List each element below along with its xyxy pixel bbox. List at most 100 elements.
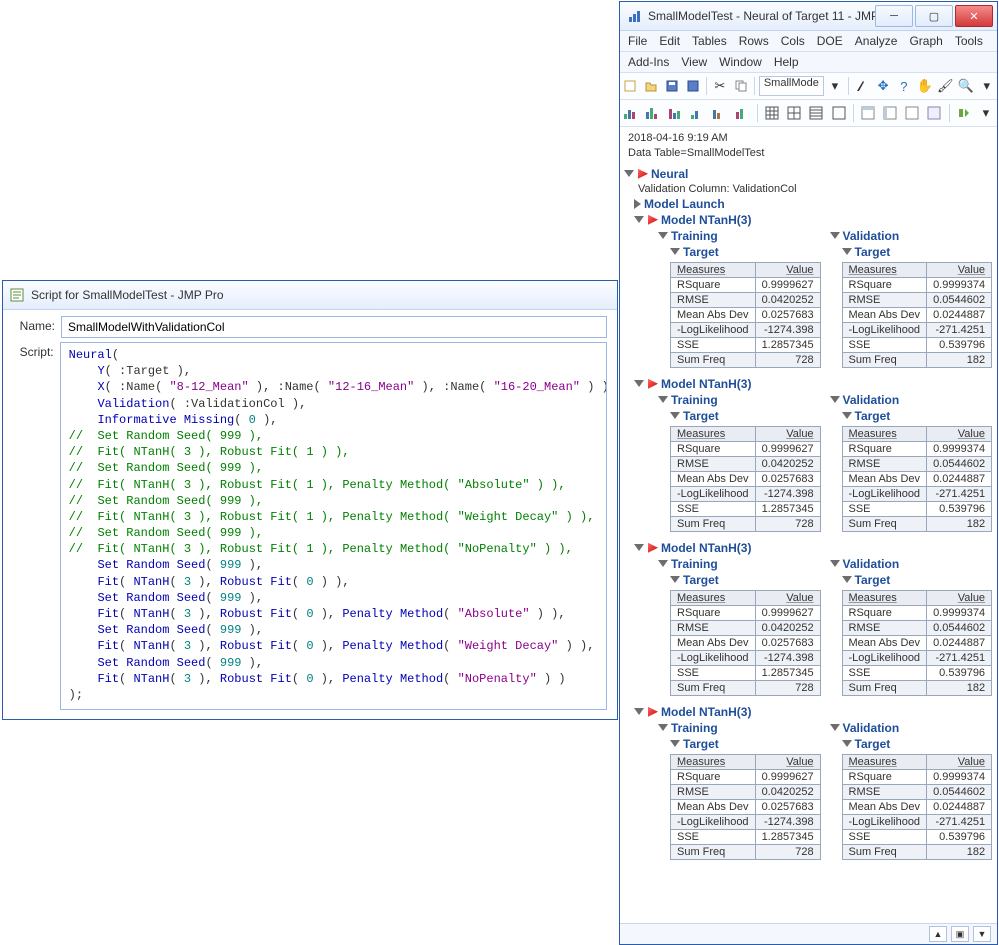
- help-icon[interactable]: ?: [894, 74, 913, 98]
- save-icon[interactable]: [662, 74, 681, 98]
- model-node[interactable]: Model NTanH(3): [634, 540, 995, 556]
- target-node[interactable]: Target: [670, 572, 824, 588]
- training-node[interactable]: Training: [658, 720, 824, 736]
- disclosure-icon[interactable]: [634, 199, 641, 209]
- disclosure-icon[interactable]: [634, 380, 644, 387]
- menu-window[interactable]: Window: [719, 55, 762, 69]
- chart1-icon[interactable]: [621, 101, 641, 125]
- grid3-icon[interactable]: [806, 101, 826, 125]
- menu-view[interactable]: View: [681, 55, 707, 69]
- hotspot-icon[interactable]: [648, 707, 658, 717]
- new-icon[interactable]: [621, 74, 640, 98]
- toolbar-textbox[interactable]: SmallMode: [759, 76, 824, 96]
- training-node[interactable]: Training: [658, 556, 824, 572]
- disclosure-icon[interactable]: [842, 740, 852, 747]
- name-input[interactable]: [61, 316, 607, 338]
- disclosure-icon[interactable]: [830, 232, 840, 239]
- copy-icon[interactable]: [731, 74, 750, 98]
- move-icon[interactable]: ✥: [874, 74, 893, 98]
- brush-icon[interactable]: 🖌: [936, 74, 955, 98]
- dropdown-icon[interactable]: ▾: [826, 74, 845, 98]
- arrow-icon[interactable]: [853, 74, 872, 98]
- chart3-icon[interactable]: [666, 101, 686, 125]
- target-node[interactable]: Target: [842, 736, 996, 752]
- target-node[interactable]: Target: [670, 408, 824, 424]
- disclosure-icon[interactable]: [658, 560, 668, 567]
- cut-icon[interactable]: ✂: [711, 74, 730, 98]
- menu-graph[interactable]: Graph: [909, 34, 942, 48]
- chart6-icon[interactable]: [732, 101, 752, 125]
- menu-help[interactable]: Help: [774, 55, 799, 69]
- save-as-icon[interactable]: [683, 74, 702, 98]
- grid4-icon[interactable]: [828, 101, 848, 125]
- disclosure-icon[interactable]: [830, 396, 840, 403]
- disclosure-icon[interactable]: [842, 576, 852, 583]
- disclosure-icon[interactable]: [830, 724, 840, 731]
- disclosure-icon[interactable]: [670, 412, 680, 419]
- validation-node[interactable]: Validation: [830, 228, 996, 244]
- menu-tools[interactable]: Tools: [955, 34, 983, 48]
- table1-icon[interactable]: [857, 101, 877, 125]
- chart4-icon[interactable]: [688, 101, 708, 125]
- menu-tables[interactable]: Tables: [692, 34, 727, 48]
- training-node[interactable]: Training: [658, 228, 824, 244]
- target-node[interactable]: Target: [842, 572, 996, 588]
- hand-icon[interactable]: ✋: [915, 74, 934, 98]
- menu-cols[interactable]: Cols: [781, 34, 805, 48]
- chart2-icon[interactable]: [643, 101, 663, 125]
- more-icon[interactable]: ▾: [977, 74, 996, 98]
- status-up-icon[interactable]: ▲: [929, 926, 947, 942]
- menu-edit[interactable]: Edit: [659, 34, 680, 48]
- disclosure-icon[interactable]: [842, 412, 852, 419]
- disclosure-icon[interactable]: [830, 560, 840, 567]
- close-button[interactable]: ✕: [955, 5, 993, 27]
- more2-icon[interactable]: ▾: [976, 101, 996, 125]
- menu-analyze[interactable]: Analyze: [855, 34, 898, 48]
- validation-node[interactable]: Validation: [830, 392, 996, 408]
- model-launch-node[interactable]: Model Launch: [634, 196, 995, 212]
- model-node[interactable]: Model NTanH(3): [634, 376, 995, 392]
- table3-icon[interactable]: [902, 101, 922, 125]
- neural-node[interactable]: Neural: [624, 166, 995, 182]
- hotspot-icon[interactable]: [648, 543, 658, 553]
- status-down-icon[interactable]: ▼: [973, 926, 991, 942]
- chart5-icon[interactable]: [710, 101, 730, 125]
- target-node[interactable]: Target: [670, 244, 824, 260]
- grid2-icon[interactable]: [784, 101, 804, 125]
- disclosure-icon[interactable]: [658, 232, 668, 239]
- table4-icon[interactable]: [924, 101, 944, 125]
- hotspot-icon[interactable]: [648, 379, 658, 389]
- zoom-icon[interactable]: 🔍: [957, 74, 976, 98]
- disclosure-icon[interactable]: [842, 248, 852, 255]
- hotspot-icon[interactable]: [648, 215, 658, 225]
- disclosure-icon[interactable]: [634, 708, 644, 715]
- run-icon[interactable]: [953, 101, 973, 125]
- disclosure-icon[interactable]: [658, 396, 668, 403]
- menu-add-ins[interactable]: Add-Ins: [628, 55, 669, 69]
- report-titlebar[interactable]: SmallModelTest - Neural of Target 11 - J…: [620, 2, 997, 31]
- script-titlebar[interactable]: Script for SmallModelTest - JMP Pro: [3, 281, 617, 310]
- disclosure-icon[interactable]: [670, 248, 680, 255]
- model-node[interactable]: Model NTanH(3): [634, 212, 995, 228]
- status-box-icon[interactable]: ▣: [951, 926, 969, 942]
- disclosure-icon[interactable]: [634, 544, 644, 551]
- training-node[interactable]: Training: [658, 392, 824, 408]
- hotspot-icon[interactable]: [638, 169, 648, 179]
- grid1-icon[interactable]: [762, 101, 782, 125]
- disclosure-icon[interactable]: [624, 170, 634, 177]
- disclosure-icon[interactable]: [658, 724, 668, 731]
- validation-node[interactable]: Validation: [830, 556, 996, 572]
- script-editor[interactable]: Neural( Y( :Target ), X( :Name( "8-12_Me…: [60, 342, 607, 710]
- target-node[interactable]: Target: [842, 408, 996, 424]
- maximize-button[interactable]: ▢: [915, 5, 953, 27]
- target-node[interactable]: Target: [842, 244, 996, 260]
- minimize-button[interactable]: ─: [875, 5, 913, 27]
- disclosure-icon[interactable]: [670, 576, 680, 583]
- menu-file[interactable]: File: [628, 34, 647, 48]
- target-node[interactable]: Target: [670, 736, 824, 752]
- table2-icon[interactable]: [880, 101, 900, 125]
- menu-rows[interactable]: Rows: [739, 34, 769, 48]
- menu-doe[interactable]: DOE: [817, 34, 843, 48]
- disclosure-icon[interactable]: [634, 216, 644, 223]
- disclosure-icon[interactable]: [670, 740, 680, 747]
